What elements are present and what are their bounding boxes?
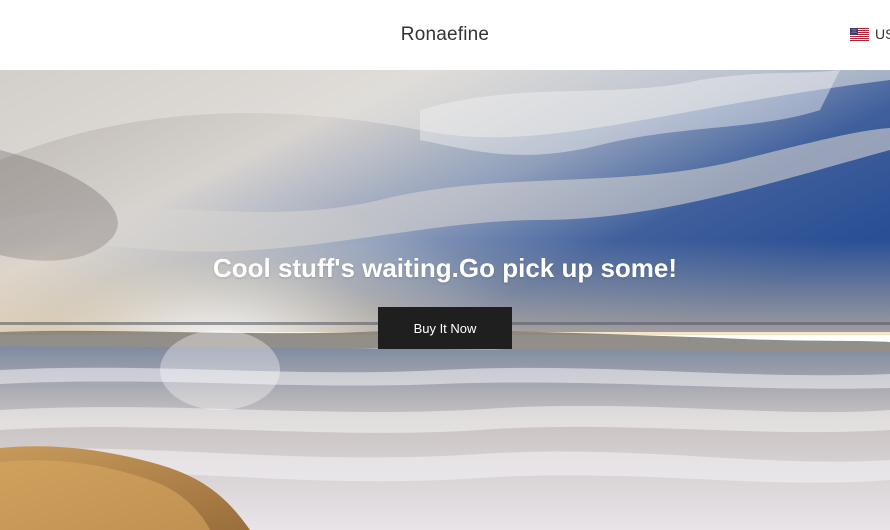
buy-it-now-button[interactable]: Buy It Now	[378, 307, 512, 349]
hero-title: Cool stuff's waiting.Go pick up some!	[212, 253, 678, 283]
currency-selector[interactable]: US	[850, 26, 890, 42]
site-header: Ronaefine US	[0, 0, 890, 70]
us-flag-icon	[850, 27, 869, 41]
brand-logo[interactable]: Ronaefine	[401, 24, 489, 46]
hero-content: Cool stuff's waiting.Go pick up some! Bu…	[0, 70, 890, 530]
currency-label: US	[875, 26, 890, 42]
hero-banner: Cool stuff's waiting.Go pick up some! Bu…	[0, 70, 890, 530]
